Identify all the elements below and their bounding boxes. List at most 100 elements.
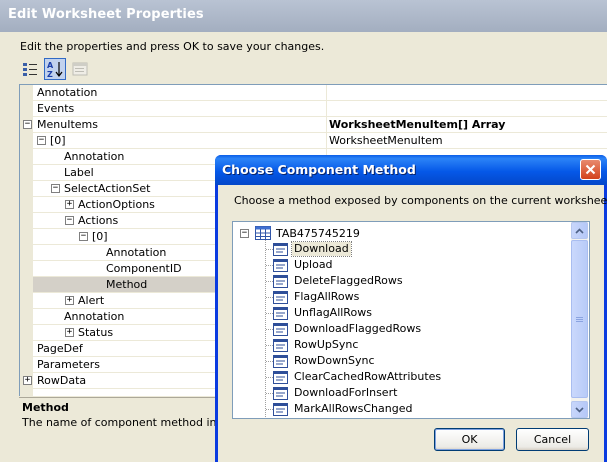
tree-item-method[interactable]: DeleteFlaggedRows bbox=[273, 273, 405, 289]
expand-icon[interactable]: + bbox=[65, 200, 74, 209]
collapse-icon[interactable]: − bbox=[65, 216, 74, 225]
property-name: RowData bbox=[37, 374, 87, 387]
property-value[interactable]: WorksheetMenuItem[] Array bbox=[329, 118, 505, 131]
method-icon bbox=[273, 242, 288, 256]
alphabetical-sort-icon: A Z bbox=[47, 61, 63, 78]
property-name: Annotation bbox=[64, 310, 125, 323]
tree-connector bbox=[266, 377, 273, 378]
scroll-down-button[interactable] bbox=[571, 401, 588, 418]
svg-text:A: A bbox=[47, 61, 54, 70]
cancel-button[interactable]: Cancel bbox=[516, 428, 589, 451]
table-icon bbox=[255, 226, 271, 240]
dialog-title: Choose Component Method bbox=[222, 162, 416, 177]
property-row[interactable]: − [0] WorksheetMenuItem bbox=[20, 133, 607, 149]
method-icon bbox=[273, 274, 288, 288]
collapse-icon[interactable]: − bbox=[51, 184, 60, 193]
tree-item-method[interactable]: RowUpSync bbox=[273, 337, 360, 353]
tree-item-label: Upload bbox=[294, 258, 333, 271]
tree-item-label: DownloadFlaggedRows bbox=[294, 322, 422, 335]
tree-connector bbox=[266, 345, 273, 346]
tree-connector bbox=[266, 281, 273, 282]
collapse-icon[interactable]: − bbox=[37, 136, 46, 145]
categorized-icon bbox=[23, 63, 37, 76]
tree-item-method[interactable]: Upload bbox=[273, 257, 335, 273]
tree-item-method[interactable]: UnflagAllRows bbox=[273, 305, 374, 321]
expand-icon[interactable]: + bbox=[65, 328, 74, 337]
method-icon bbox=[273, 386, 288, 400]
tree-item-label: ClearCachedRowAttributes bbox=[294, 370, 442, 383]
property-pages-button[interactable] bbox=[69, 58, 91, 80]
tree-connector bbox=[266, 249, 273, 250]
scroll-thumb[interactable] bbox=[571, 240, 588, 398]
property-row[interactable]: Annotation bbox=[20, 85, 607, 101]
expand-icon[interactable]: + bbox=[65, 296, 74, 305]
expand-icon[interactable]: + bbox=[23, 376, 32, 385]
scroll-up-button[interactable] bbox=[571, 222, 588, 239]
tree-item-label: Download bbox=[291, 241, 352, 257]
property-name: MenuItems bbox=[37, 118, 98, 131]
tree-item-method[interactable]: MarkAllRowsChanged bbox=[273, 401, 414, 417]
close-icon bbox=[585, 164, 596, 175]
ok-button[interactable]: OK bbox=[434, 428, 505, 451]
tree-connector bbox=[266, 313, 273, 314]
collapse-icon[interactable]: − bbox=[23, 120, 32, 129]
dialog-close-button[interactable] bbox=[580, 159, 601, 180]
column-divider bbox=[326, 133, 327, 149]
tree-item-label: DeleteFlaggedRows bbox=[294, 274, 403, 287]
window-titlebar[interactable]: Edit Worksheet Properties bbox=[0, 0, 607, 32]
method-icon bbox=[273, 290, 288, 304]
property-grid-toolbar: A Z bbox=[19, 58, 91, 80]
tree-item-method[interactable]: DownloadFlaggedRows bbox=[273, 321, 423, 337]
tree-connector bbox=[266, 361, 273, 362]
categorized-button[interactable] bbox=[19, 58, 41, 80]
tree-item-method[interactable]: FlagAllRows bbox=[273, 289, 361, 305]
tree-item-label: RowDownSync bbox=[294, 354, 375, 367]
tree-vertical-scrollbar[interactable] bbox=[571, 222, 588, 418]
property-name: Status bbox=[78, 326, 114, 339]
tree-item-method[interactable]: RowDownSync bbox=[273, 353, 377, 369]
tree-item-method[interactable]: Download bbox=[273, 241, 352, 257]
tree-connector bbox=[266, 297, 273, 298]
property-name: Actions bbox=[78, 214, 119, 227]
svg-text:Z: Z bbox=[47, 70, 53, 78]
column-divider bbox=[326, 101, 327, 117]
property-row[interactable]: Events bbox=[20, 101, 607, 117]
property-value[interactable]: WorksheetMenuItem bbox=[329, 134, 443, 147]
column-divider bbox=[326, 85, 327, 101]
collapse-icon[interactable]: − bbox=[79, 232, 88, 241]
property-name: PageDef bbox=[37, 342, 83, 355]
property-row[interactable]: − MenuItems WorksheetMenuItem[] Array bbox=[20, 117, 607, 133]
property-name: Annotation bbox=[37, 86, 98, 99]
collapse-icon[interactable]: − bbox=[240, 228, 249, 238]
tree-item-label: DownloadForInsert bbox=[294, 386, 398, 399]
alphabetical-button[interactable]: A Z bbox=[44, 58, 66, 80]
method-icon bbox=[273, 338, 288, 352]
method-tree[interactable]: − TAB475745219 Download Upload DeleteFlagg… bbox=[232, 221, 590, 419]
method-icon bbox=[273, 306, 288, 320]
property-name: SelectActionSet bbox=[64, 182, 151, 195]
method-icon bbox=[273, 402, 288, 416]
method-icon bbox=[273, 258, 288, 272]
property-name: Annotation bbox=[106, 246, 167, 259]
tree-root-node[interactable]: − TAB475745219 bbox=[240, 225, 360, 241]
window-title: Edit Worksheet Properties bbox=[8, 7, 204, 22]
dialog-titlebar[interactable]: Choose Component Method bbox=[215, 155, 607, 185]
chevron-up-icon bbox=[575, 227, 584, 234]
property-name: ComponentID bbox=[106, 262, 182, 275]
tree-connector bbox=[266, 409, 273, 410]
property-name: Alert bbox=[78, 294, 105, 307]
column-divider bbox=[326, 117, 327, 133]
property-name: [0] bbox=[92, 230, 108, 243]
chevron-down-icon bbox=[575, 406, 584, 413]
tree-item-method[interactable]: ClearCachedRowAttributes bbox=[273, 369, 443, 385]
tree-item-label: RowUpSync bbox=[294, 338, 359, 351]
tree-item-label: UnflagAllRows bbox=[294, 306, 372, 319]
method-icon bbox=[273, 370, 288, 384]
tree-item-label: FlagAllRows bbox=[294, 290, 360, 303]
tree-item-method[interactable]: DownloadForInsert bbox=[273, 385, 399, 401]
tree-connector bbox=[266, 329, 273, 330]
property-name: Events bbox=[37, 102, 75, 115]
dialog-message: Choose a method exposed by components on… bbox=[234, 194, 607, 207]
tree-connector bbox=[266, 265, 273, 266]
description-title: Method bbox=[22, 401, 69, 414]
